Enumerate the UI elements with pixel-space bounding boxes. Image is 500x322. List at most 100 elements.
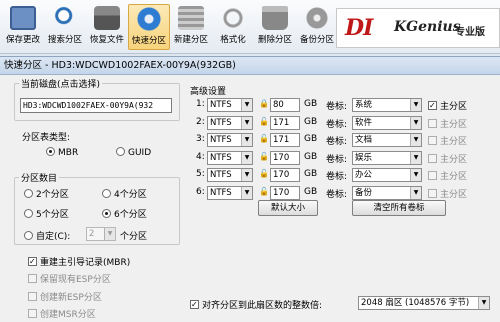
- volume-label-select[interactable]: 办公 ▼: [352, 168, 422, 182]
- partition-size-input[interactable]: 170: [270, 151, 300, 165]
- rebuild-mbr-checkbox[interactable]: 重建主引导记录(MBR): [28, 255, 130, 268]
- filesystem-select[interactable]: NTFS ▼: [207, 116, 253, 130]
- default-size-button[interactable]: 默认大小: [258, 200, 318, 216]
- restore-icon: [94, 6, 120, 30]
- chevron-down-icon: ▼: [241, 117, 252, 129]
- advanced-settings-title: 高级设置: [190, 87, 227, 97]
- partition-size-input[interactable]: 171: [270, 116, 300, 130]
- chevron-down-icon: ▼: [410, 152, 421, 164]
- primary-partition-checkbox[interactable]: 主分区: [428, 134, 467, 147]
- lock-icon[interactable]: 🔒: [259, 99, 269, 108]
- filesystem-select[interactable]: NTFS ▼: [207, 186, 253, 200]
- partition-size-input[interactable]: 171: [270, 133, 300, 147]
- chevron-down-icon: ▼: [241, 152, 252, 164]
- partition-size-input[interactable]: 170: [270, 168, 300, 182]
- delete-icon: [262, 6, 288, 30]
- guid-radio[interactable]: GUID: [116, 147, 151, 158]
- search-partition-button[interactable]: 搜索分区: [44, 4, 86, 50]
- size-unit: GB: [304, 152, 318, 162]
- volume-label-caption: 卷标:: [326, 155, 348, 165]
- size-unit: GB: [304, 117, 318, 127]
- count-5-radio[interactable]: 5个分区: [24, 207, 69, 220]
- format-button[interactable]: 格式化: [212, 4, 254, 50]
- lock-icon[interactable]: 🔓: [259, 152, 269, 161]
- lock-icon[interactable]: 🔓: [259, 117, 269, 126]
- chevron-down-icon: ▼: [478, 297, 489, 309]
- new-partition-button[interactable]: 新建分区: [170, 4, 212, 50]
- align-partitions-checkbox[interactable]: 对齐分区到此扇区数的整数倍:: [190, 298, 322, 311]
- chevron-down-icon: ▼: [410, 187, 421, 199]
- save-icon: [10, 6, 36, 30]
- count-6-radio[interactable]: 6个分区: [102, 207, 147, 220]
- count-custom-radio[interactable]: 自定(C):: [24, 229, 70, 242]
- count-4-radio[interactable]: 4个分区: [102, 187, 147, 200]
- chevron-down-icon: ▼: [241, 187, 252, 199]
- chevron-down-icon: ▼: [410, 99, 421, 111]
- custom-count-select[interactable]: 2 ▼: [86, 227, 116, 241]
- volume-label-caption: 卷标:: [326, 137, 348, 147]
- volume-label-caption: 卷标:: [326, 190, 348, 200]
- partition-size-input[interactable]: 170: [270, 186, 300, 200]
- backup-partition-button[interactable]: 备份分区: [296, 4, 338, 50]
- chevron-down-icon: ▼: [410, 117, 421, 129]
- clear-all-labels-button[interactable]: 清空所有卷标: [352, 200, 446, 216]
- custom-count-unit: 个分区: [120, 232, 148, 242]
- chevron-down-icon: ▼: [104, 228, 115, 240]
- primary-partition-checkbox[interactable]: 主分区: [428, 99, 467, 112]
- partition-index: 1:: [196, 99, 205, 109]
- size-unit: GB: [304, 169, 318, 179]
- search-icon: [52, 6, 78, 30]
- volume-label-caption: 卷标:: [326, 120, 348, 130]
- filesystem-select[interactable]: NTFS ▼: [207, 168, 253, 182]
- volume-label-caption: 卷标:: [326, 102, 348, 112]
- size-unit: GB: [304, 187, 318, 197]
- filesystem-select[interactable]: NTFS ▼: [207, 98, 253, 112]
- format-icon: [220, 6, 246, 30]
- partition-index: 3:: [196, 134, 205, 144]
- create-msr-checkbox[interactable]: 创建MSR分区: [28, 307, 96, 320]
- chevron-down-icon: ▼: [241, 169, 252, 181]
- diskgenius-logo: DI KGenius 专业版: [336, 8, 500, 48]
- backup-icon: [304, 6, 330, 30]
- volume-label-select[interactable]: 系统 ▼: [352, 98, 422, 112]
- alignment-sector-select[interactable]: 2048 扇区 (1048576 字节) ▼: [358, 296, 490, 310]
- quick-partition-icon: [136, 7, 162, 31]
- partition-index: 2:: [196, 117, 205, 127]
- volume-label-select[interactable]: 备份 ▼: [352, 186, 422, 200]
- filesystem-select[interactable]: NTFS ▼: [207, 133, 253, 147]
- dialog-title: 快速分区 - HD3:WDCWD1002FAEX-00Y9A(932GB): [0, 57, 500, 75]
- lock-icon[interactable]: 🔓: [259, 169, 269, 178]
- keep-esp-checkbox[interactable]: 保留现有ESP分区: [28, 272, 111, 285]
- volume-label-select[interactable]: 娱乐 ▼: [352, 151, 422, 165]
- primary-partition-checkbox[interactable]: 主分区: [428, 187, 467, 200]
- restore-files-button[interactable]: 恢复文件: [86, 4, 128, 50]
- volume-label-select[interactable]: 文档 ▼: [352, 133, 422, 147]
- count-2-radio[interactable]: 2个分区: [24, 187, 69, 200]
- chevron-down-icon: ▼: [241, 134, 252, 146]
- create-esp-checkbox[interactable]: 创建新ESP分区: [28, 290, 102, 303]
- volume-label-caption: 卷标:: [326, 172, 348, 182]
- primary-partition-checkbox[interactable]: 主分区: [428, 152, 467, 165]
- chevron-down-icon: ▼: [241, 99, 252, 111]
- partition-index: 6:: [196, 187, 205, 197]
- save-changes-button[interactable]: 保存更改: [2, 4, 44, 50]
- chevron-down-icon: ▼: [410, 169, 421, 181]
- partition-index: 5:: [196, 169, 205, 179]
- volume-label-select[interactable]: 软件 ▼: [352, 116, 422, 130]
- toolbar: 保存更改 搜索分区 恢复文件 快速分区 新建分区 格式化 删除分区 备份分区 D…: [0, 0, 500, 54]
- filesystem-select[interactable]: NTFS ▼: [207, 151, 253, 165]
- new-partition-icon: [178, 6, 204, 30]
- current-disk-field[interactable]: HD3:WDCWD1002FAEX-00Y9A(932: [20, 98, 172, 113]
- lock-icon[interactable]: 🔓: [259, 187, 269, 196]
- quick-partition-button[interactable]: 快速分区: [128, 4, 170, 50]
- lock-icon[interactable]: 🔓: [259, 134, 269, 143]
- partition-index: 4:: [196, 152, 205, 162]
- chevron-down-icon: ▼: [410, 134, 421, 146]
- mbr-radio[interactable]: MBR: [46, 147, 78, 158]
- partition-size-input[interactable]: 80: [270, 98, 300, 112]
- partition-table-type-label: 分区表类型:: [22, 133, 71, 143]
- size-unit: GB: [304, 134, 318, 144]
- primary-partition-checkbox[interactable]: 主分区: [428, 169, 467, 182]
- delete-partition-button[interactable]: 删除分区: [254, 4, 296, 50]
- primary-partition-checkbox[interactable]: 主分区: [428, 117, 467, 130]
